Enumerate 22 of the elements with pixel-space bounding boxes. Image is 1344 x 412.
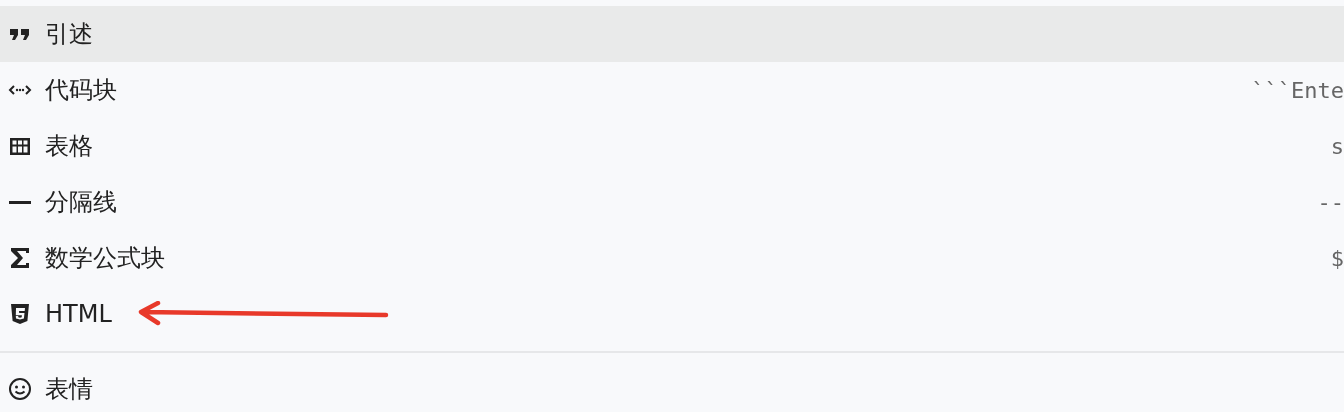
menu-item[interactable]: 表情 xyxy=(0,361,1344,412)
sigma-icon xyxy=(8,246,32,270)
menu-item[interactable]: 代码块 ```Ente xyxy=(0,62,1344,118)
menu-label: 表格 xyxy=(45,131,93,162)
menu-label: 分隔线 xyxy=(45,187,117,218)
menu-item[interactable]: 引述 xyxy=(0,6,1344,62)
menu-item[interactable]: HTML xyxy=(0,286,1344,342)
menu-label: 表情 xyxy=(45,374,93,405)
menu-item[interactable]: 分隔线 -- xyxy=(0,174,1344,230)
shortcut-text: $ xyxy=(1330,245,1344,271)
horizontal-line-icon xyxy=(9,200,31,204)
menu-item[interactable]: 数学公式块 $ xyxy=(0,230,1344,286)
menu-item[interactable]: 表格 s xyxy=(0,118,1344,174)
shortcut-text: ```Ente xyxy=(1251,77,1344,103)
shortcut-text: -- xyxy=(1317,189,1344,215)
menu-label: 引述 xyxy=(45,19,93,50)
smiley-icon xyxy=(8,377,32,401)
menu-label: 代码块 xyxy=(45,75,117,106)
menu-label: HTML xyxy=(45,300,112,328)
menu-label: 数学公式块 xyxy=(45,243,165,274)
html5-icon xyxy=(8,302,32,326)
shortcut-text: s xyxy=(1330,133,1344,159)
